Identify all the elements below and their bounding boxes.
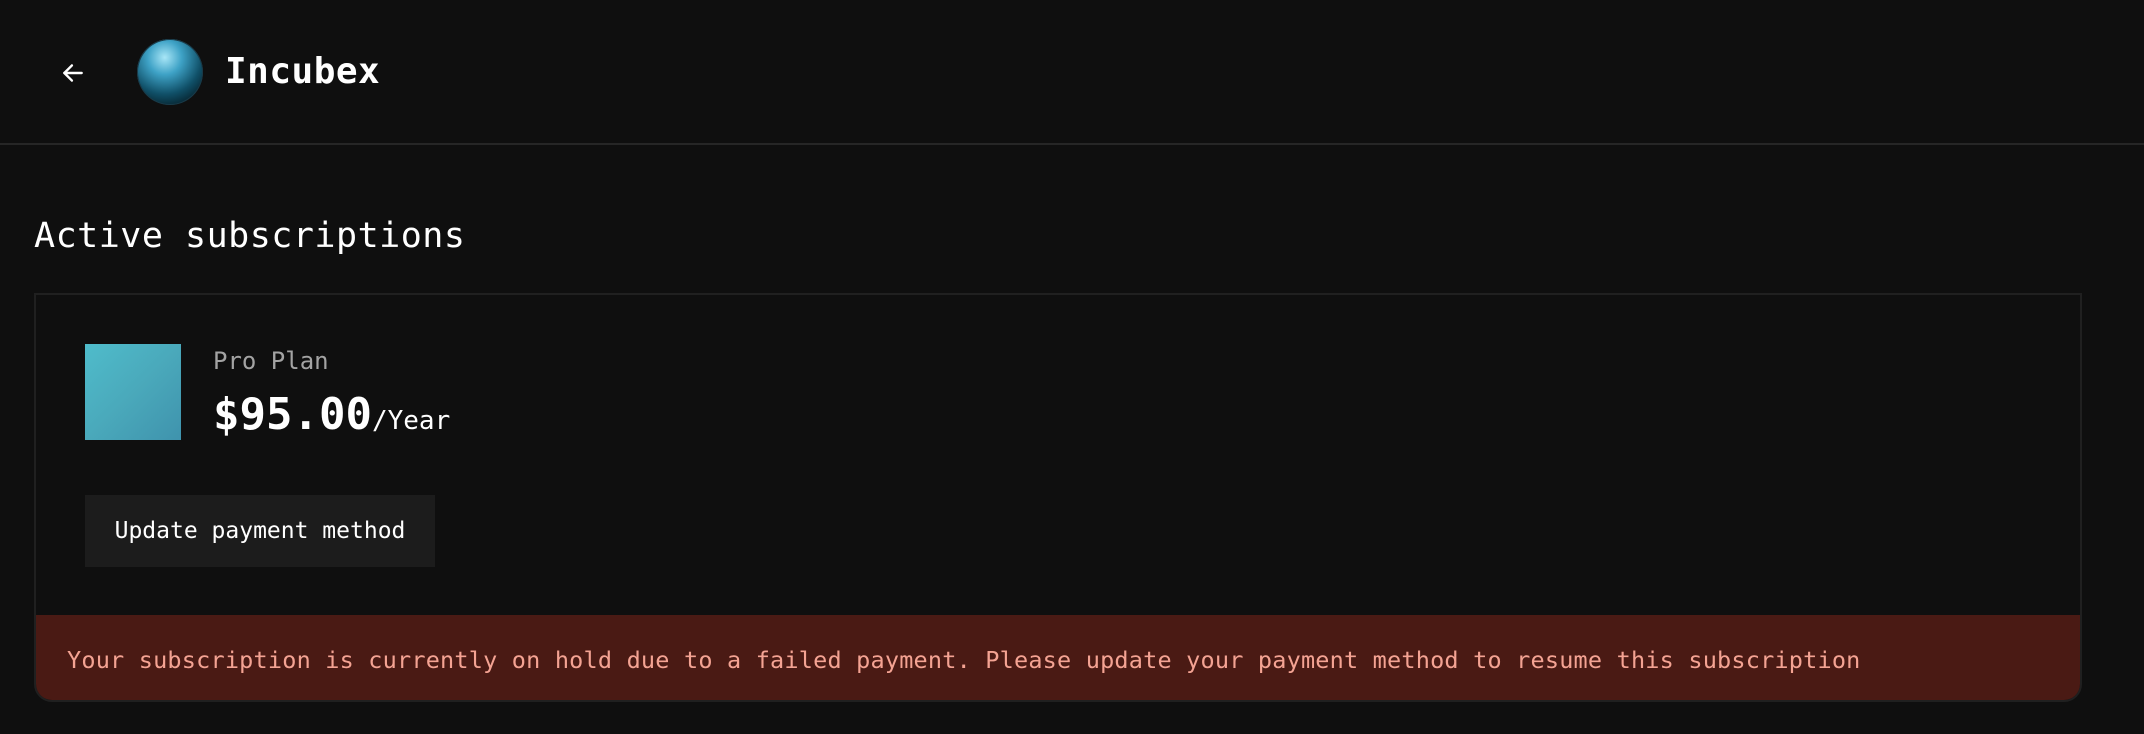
subscription-card: Pro Plan $95.00/Year Update payment meth… — [34, 293, 2082, 702]
back-button[interactable] — [54, 54, 92, 92]
plan-name: Pro Plan — [213, 347, 329, 375]
billing-period: /Year — [371, 406, 451, 436]
plan-thumbnail — [85, 344, 181, 440]
update-payment-method-button[interactable]: Update payment method — [85, 495, 435, 567]
arrow-left-icon — [63, 64, 83, 82]
payment-failed-alert: Your subscription is currently on hold d… — [36, 615, 2080, 700]
price-row: $95.00/Year — [213, 387, 450, 443]
top-bar: Incubex — [0, 0, 2144, 145]
section-title: Active subscriptions — [34, 216, 466, 256]
app-name: Incubex — [225, 51, 381, 92]
app-logo — [137, 39, 203, 105]
alert-message: Your subscription is currently on hold d… — [67, 645, 1861, 674]
plan-price: $95.00 — [213, 389, 372, 440]
